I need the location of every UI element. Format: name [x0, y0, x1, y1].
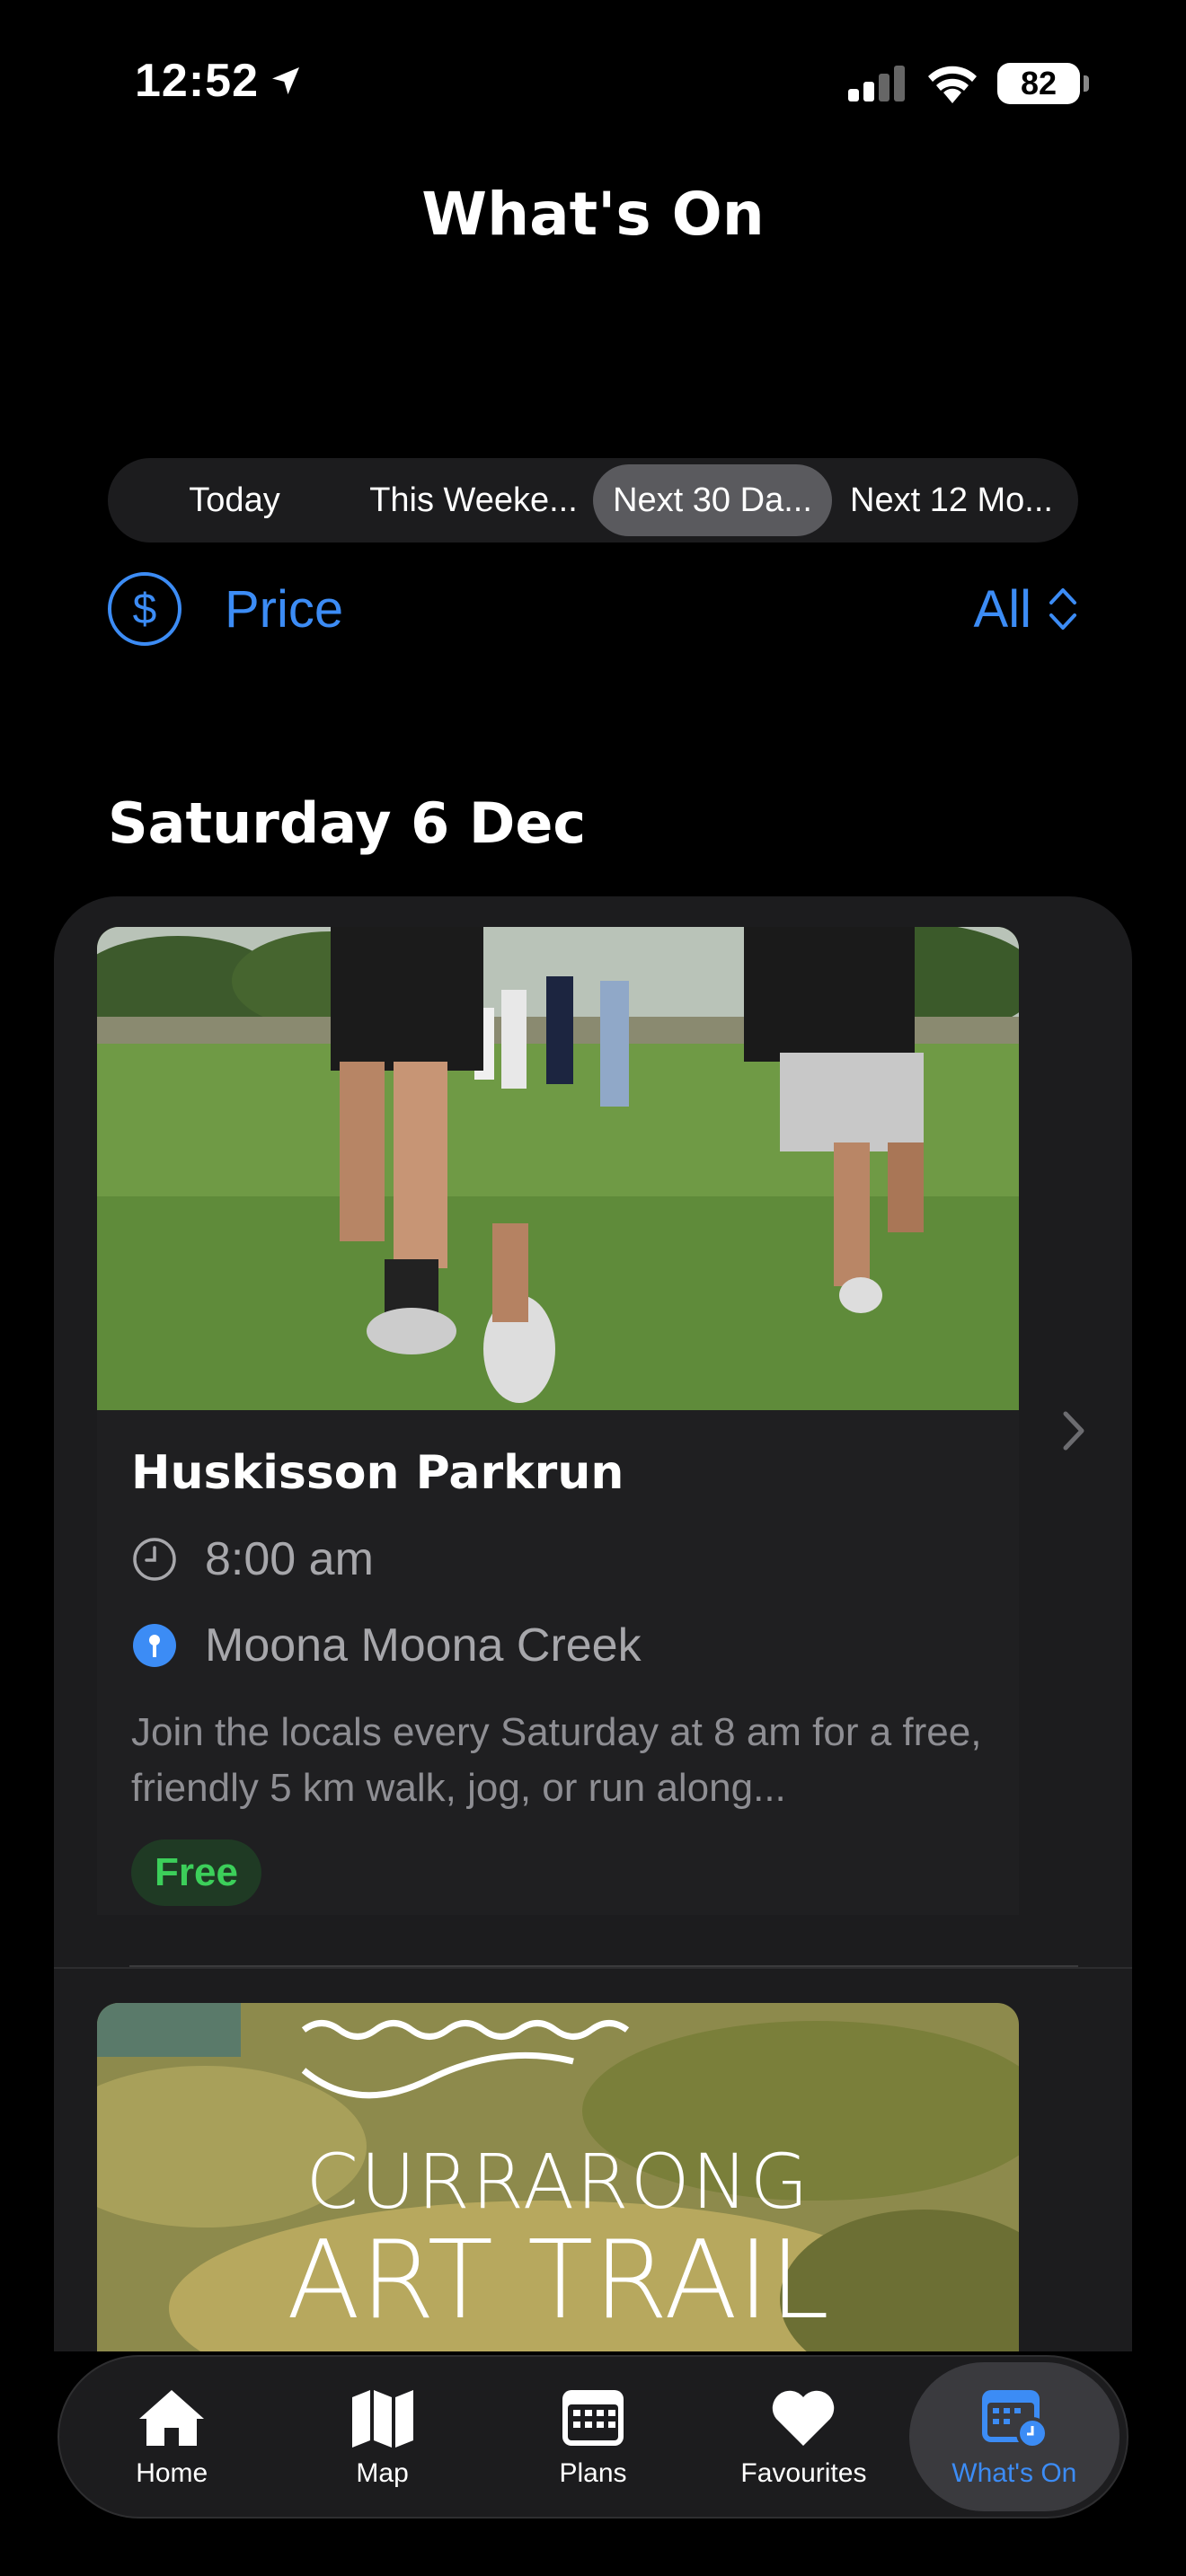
tab-whats-on[interactable]: What's On [908, 2362, 1120, 2511]
wifi-icon [928, 66, 977, 103]
tab-next-12-months[interactable]: Next 12 Mo... [832, 464, 1071, 536]
event-location: Moona Moona Creek [205, 1619, 642, 1672]
chevron-up-down-icon [1049, 588, 1076, 630]
tab-map[interactable]: Map [277, 2362, 487, 2511]
tab-this-weekend[interactable]: This Weeke... [354, 464, 593, 536]
heart-icon [773, 2390, 835, 2446]
calendar-icon [562, 2390, 624, 2446]
battery-level: 82 [1020, 65, 1058, 101]
section-date-heading: Saturday 6 Dec [108, 790, 587, 856]
price-picker[interactable]: All [974, 579, 1078, 640]
dollar-circle-icon: $ [108, 572, 181, 646]
tab-label: Favourites [740, 2458, 867, 2488]
event-location-row: Moona Moona Creek [131, 1619, 985, 1672]
tab-plans[interactable]: Plans [488, 2362, 698, 2511]
status-icons: 82 [848, 63, 1089, 104]
event-time: 8:00 am [205, 1533, 374, 1585]
price-value: All [973, 579, 1031, 639]
calendar-clock-icon [981, 2390, 1049, 2449]
tab-next-30-days[interactable]: Next 30 Da... [593, 464, 832, 536]
price-label: Price [225, 579, 344, 639]
tab-label: Home [136, 2458, 208, 2488]
map-icon [351, 2390, 413, 2448]
status-time: 12:52 [135, 54, 304, 108]
tab-today[interactable]: Today [115, 464, 354, 536]
tab-label: Plans [559, 2458, 627, 2488]
tab-label: What's On [951, 2458, 1077, 2488]
event-image [97, 927, 1019, 1410]
price-filter-row[interactable]: $ Price All [108, 566, 1078, 652]
clock-text: 12:52 [135, 55, 259, 107]
clock-icon [131, 1536, 178, 1583]
location-pin-icon [131, 1622, 178, 1669]
bottom-tab-bar: Home Map Plans Favourites What's On [58, 2355, 1128, 2519]
home-icon [139, 2390, 205, 2446]
tab-home[interactable]: Home [66, 2362, 277, 2511]
tab-label: Map [356, 2458, 409, 2488]
event-description: Join the locals every Saturday at 8 am f… [131, 1710, 982, 1810]
tab-favourites[interactable]: Favourites [698, 2362, 908, 2511]
event-time-row: 8:00 am [131, 1532, 985, 1586]
art-trail-title-line2: ART TRAIL [286, 2219, 830, 2343]
date-range-segmented-control: Today This Weeke... Next 30 Da... Next 1… [108, 458, 1078, 543]
location-arrow-icon [272, 67, 299, 94]
event-details: Huskisson Parkrun 8:00 am Moona Moona Cr… [97, 1410, 1019, 1915]
chevron-right-icon[interactable] [1060, 1408, 1087, 1453]
list-divider-inner [129, 1965, 1078, 1967]
events-list: Huskisson Parkrun 8:00 am Moona Moona Cr… [54, 896, 1132, 2351]
signal-icon [848, 66, 905, 101]
art-trail-title-line1: CURRARONG [305, 2138, 810, 2226]
event-title: Huskisson Parkrun [131, 1446, 624, 1500]
price-badge: Free [131, 1839, 261, 1906]
event-card[interactable]: Huskisson Parkrun 8:00 am Moona Moona Cr… [97, 927, 1019, 1915]
page-title: What's On [421, 180, 765, 249]
battery-indicator: 82 [997, 63, 1089, 104]
event-card[interactable]: CURRARONG ART TRAIL [97, 2003, 1019, 2351]
list-divider [54, 1967, 1132, 1969]
